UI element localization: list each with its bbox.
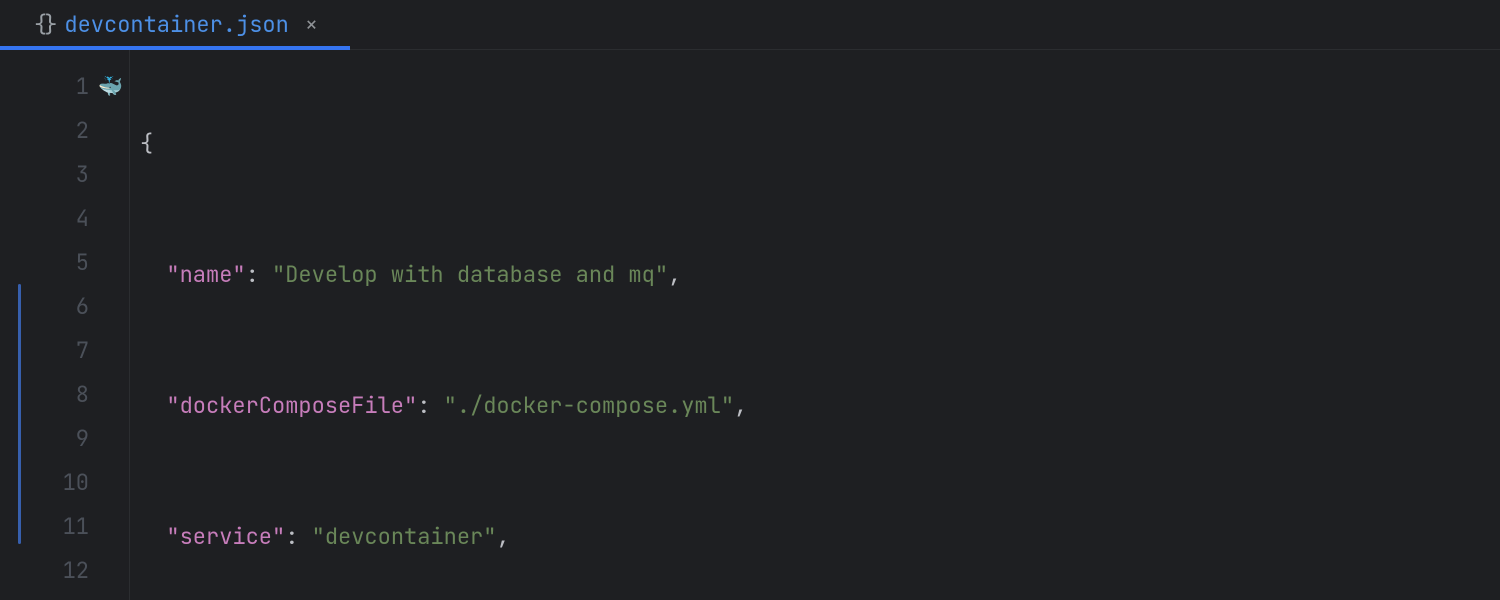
tab-filename: devcontainer.json [64, 10, 288, 39]
docker-icon[interactable]: 🐳 [98, 73, 123, 99]
gutter: 1 🐳 2 3 4 5 6 7 8 9 10 11 12 [0, 50, 130, 600]
line-number[interactable]: 5 [0, 240, 129, 284]
code-line: "name": "Develop with database and mq", [140, 253, 826, 297]
editor[interactable]: 1 🐳 2 3 4 5 6 7 8 9 10 11 12 { "name": "… [0, 50, 1500, 600]
line-number[interactable]: 3 [0, 152, 129, 196]
line-number[interactable]: 8 [0, 372, 129, 416]
code-line: "dockerComposeFile": "./docker-compose.y… [140, 384, 826, 428]
line-number[interactable]: 9 [0, 416, 129, 460]
tab-devcontainer[interactable]: {} devcontainer.json × [20, 0, 332, 49]
line-number[interactable]: 1 🐳 [0, 64, 129, 108]
line-number[interactable]: 11 [0, 504, 129, 548]
code-area[interactable]: { "name": "Develop with database and mq"… [130, 50, 826, 600]
code-line: { [140, 122, 826, 166]
line-number[interactable]: 4 [0, 196, 129, 240]
tab-bar: {} devcontainer.json × [0, 0, 1500, 50]
code-line: "service": "devcontainer", [140, 515, 826, 559]
close-icon[interactable]: × [305, 14, 318, 36]
line-number[interactable]: 6 [0, 284, 129, 328]
line-number[interactable]: 7 [0, 328, 129, 372]
json-icon: {} [34, 10, 54, 39]
line-number[interactable]: 10 [0, 460, 129, 504]
line-number[interactable]: 2 [0, 108, 129, 152]
line-number[interactable]: 12 [0, 548, 129, 592]
